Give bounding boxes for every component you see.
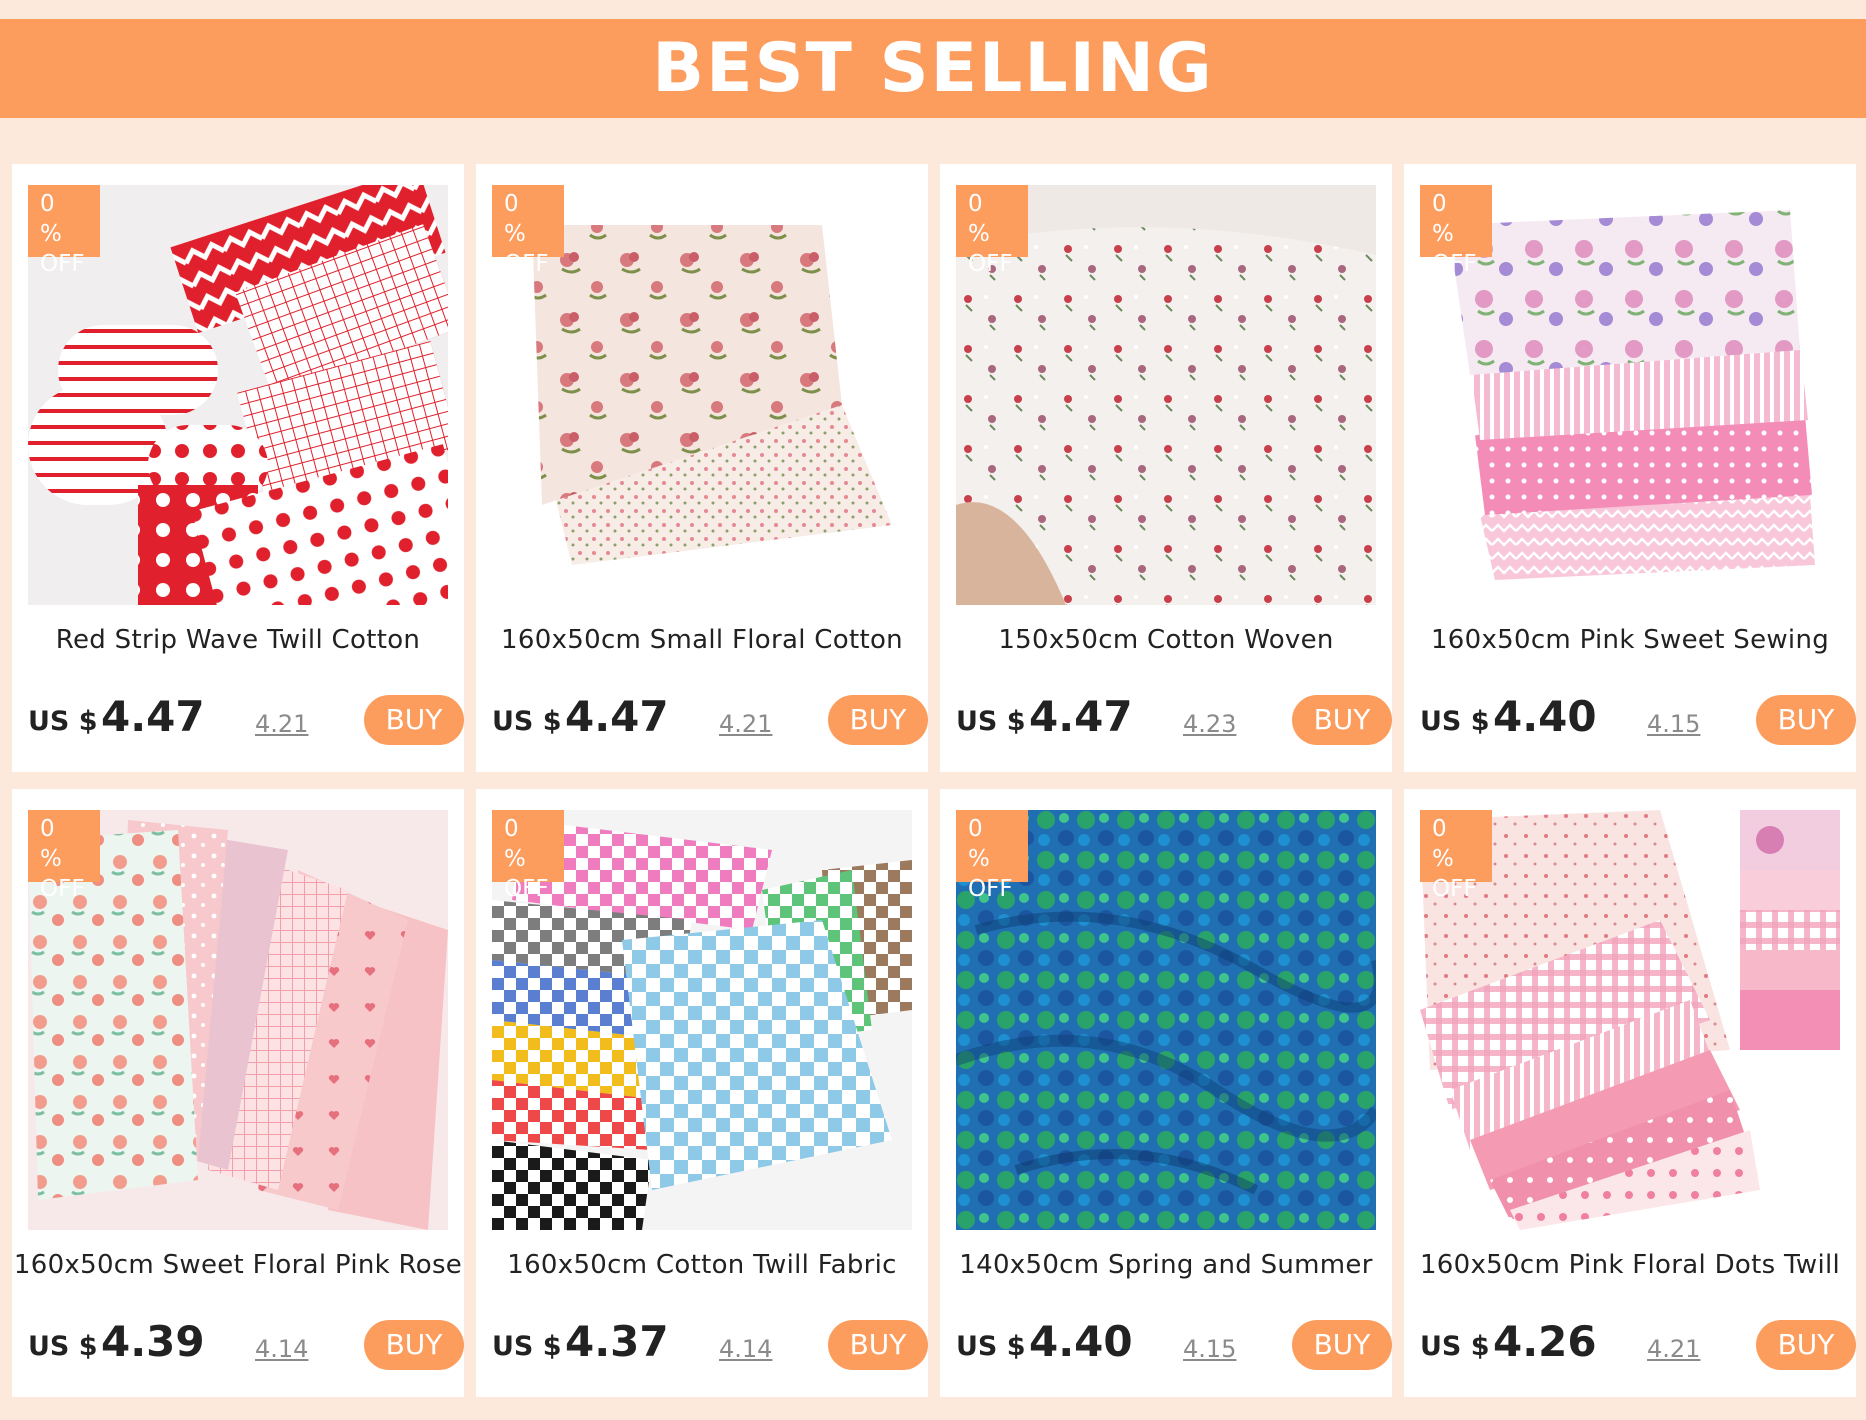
price-row: US $ 4.39 4.14 BUY — [28, 1317, 464, 1377]
product-title[interactable]: 160x50cm Pink Floral Dots Twill — [1404, 1250, 1856, 1280]
product-card[interactable]: 0 % OFF 160x50cm Pink Floral Dots Twill … — [1404, 789, 1856, 1397]
discount-badge: 0 % OFF — [1420, 185, 1492, 277]
product-card[interactable]: 0 % OFF 160x50cm Cotton Twill Fabric US … — [476, 789, 928, 1397]
original-price: 4.15 — [1183, 1335, 1237, 1363]
discount-badge: 0 % OFF — [28, 810, 100, 902]
discount-off-label: OFF — [968, 251, 1013, 277]
discount-percent: 0 % — [504, 816, 536, 872]
current-price: 4.47 — [565, 692, 669, 741]
product-card[interactable]: 0 % OFF 160x50cm Small Floral Cotton US … — [476, 164, 928, 772]
buy-button[interactable]: BUY — [1292, 695, 1392, 745]
product-card[interactable]: 0 % OFF 150x50cm Cotton Woven US $ 4.47 … — [940, 164, 1392, 772]
discount-off-label: OFF — [504, 876, 549, 902]
product-title[interactable]: 140x50cm Spring and Summer — [940, 1250, 1392, 1280]
discount-percent: 0 % — [40, 191, 72, 247]
original-price: 4.15 — [1647, 710, 1701, 738]
original-price: 4.21 — [255, 710, 309, 738]
current-price: 4.39 — [101, 1317, 205, 1366]
price-row: US $ 4.47 4.21 BUY — [28, 692, 464, 752]
product-title[interactable]: Red Strip Wave Twill Cotton — [12, 625, 464, 655]
discount-badge: 0 % OFF — [492, 185, 564, 277]
product-card[interactable]: 0 % OFF 160x50cm Pink Sweet Sewing US $ … — [1404, 164, 1856, 772]
product-title[interactable]: 150x50cm Cotton Woven — [940, 625, 1392, 655]
product-title[interactable]: 160x50cm Pink Sweet Sewing — [1404, 625, 1856, 655]
price-row: US $ 4.37 4.14 BUY — [492, 1317, 928, 1377]
discount-percent: 0 % — [968, 191, 1000, 247]
price-row: US $ 4.26 4.21 BUY — [1420, 1317, 1856, 1377]
buy-button[interactable]: BUY — [364, 695, 464, 745]
banner-title: BEST SELLING — [652, 28, 1214, 108]
product-card[interactable]: 0 % OFF 160x50cm Sweet Floral Pink Rose … — [12, 789, 464, 1397]
original-price: 4.23 — [1183, 710, 1237, 738]
discount-badge: 0 % OFF — [1420, 810, 1492, 902]
currency-label: US $ — [492, 1331, 562, 1362]
original-price: 4.14 — [719, 1335, 773, 1363]
discount-badge: 0 % OFF — [492, 810, 564, 902]
best-selling-banner: BEST SELLING — [0, 19, 1866, 118]
discount-percent: 0 % — [968, 816, 1000, 872]
currency-label: US $ — [492, 706, 562, 737]
price-row: US $ 4.47 4.21 BUY — [492, 692, 928, 752]
discount-percent: 0 % — [504, 191, 536, 247]
discount-percent: 0 % — [1432, 816, 1464, 872]
product-title[interactable]: 160x50cm Small Floral Cotton — [476, 625, 928, 655]
original-price: 4.14 — [255, 1335, 309, 1363]
original-price: 4.21 — [719, 710, 773, 738]
currency-label: US $ — [28, 1331, 98, 1362]
current-price: 4.47 — [101, 692, 205, 741]
buy-button[interactable]: BUY — [1292, 1320, 1392, 1370]
current-price: 4.37 — [565, 1317, 669, 1366]
buy-button[interactable]: BUY — [828, 695, 928, 745]
currency-label: US $ — [1420, 1331, 1490, 1362]
price-row: US $ 4.40 4.15 BUY — [956, 1317, 1392, 1377]
discount-badge: 0 % OFF — [28, 185, 100, 277]
current-price: 4.26 — [1493, 1317, 1597, 1366]
buy-button[interactable]: BUY — [1756, 1320, 1856, 1370]
discount-badge: 0 % OFF — [956, 810, 1028, 902]
buy-button[interactable]: BUY — [828, 1320, 928, 1370]
product-title[interactable]: 160x50cm Sweet Floral Pink Rose — [12, 1250, 464, 1280]
discount-percent: 0 % — [1432, 191, 1464, 247]
price-row: US $ 4.40 4.15 BUY — [1420, 692, 1856, 752]
currency-label: US $ — [1420, 706, 1490, 737]
buy-button[interactable]: BUY — [364, 1320, 464, 1370]
product-grid: 0 % OFF Red Strip Wave Twill Cotton US $… — [12, 164, 1856, 1397]
buy-button[interactable]: BUY — [1756, 695, 1856, 745]
product-card[interactable]: 0 % OFF 140x50cm Spring and Summer US $ … — [940, 789, 1392, 1397]
product-card[interactable]: 0 % OFF Red Strip Wave Twill Cotton US $… — [12, 164, 464, 772]
discount-off-label: OFF — [1432, 876, 1477, 902]
currency-label: US $ — [28, 706, 98, 737]
current-price: 4.40 — [1493, 692, 1597, 741]
discount-off-label: OFF — [40, 251, 85, 277]
discount-off-label: OFF — [40, 876, 85, 902]
currency-label: US $ — [956, 1331, 1026, 1362]
product-title[interactable]: 160x50cm Cotton Twill Fabric — [476, 1250, 928, 1280]
discount-off-label: OFF — [968, 876, 1013, 902]
current-price: 4.47 — [1029, 692, 1133, 741]
discount-off-label: OFF — [1432, 251, 1477, 277]
discount-off-label: OFF — [504, 251, 549, 277]
discount-percent: 0 % — [40, 816, 72, 872]
original-price: 4.21 — [1647, 1335, 1701, 1363]
current-price: 4.40 — [1029, 1317, 1133, 1366]
price-row: US $ 4.47 4.23 BUY — [956, 692, 1392, 752]
discount-badge: 0 % OFF — [956, 185, 1028, 277]
currency-label: US $ — [956, 706, 1026, 737]
